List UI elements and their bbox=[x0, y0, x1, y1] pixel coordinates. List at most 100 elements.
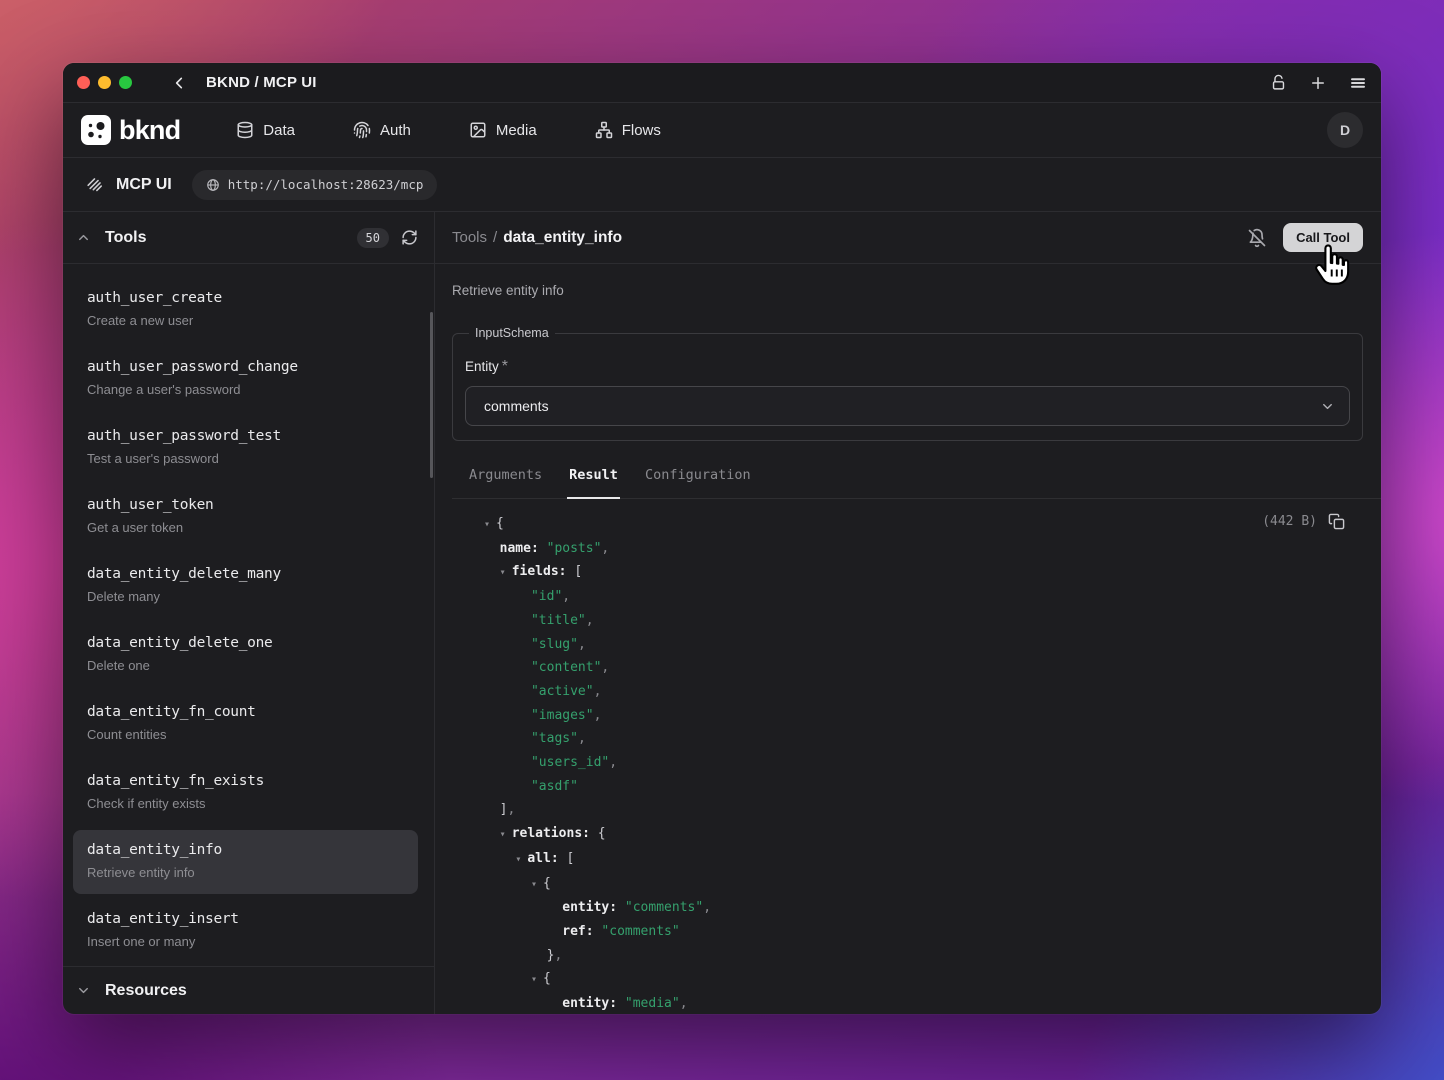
nav-label: Flows bbox=[622, 122, 661, 139]
json-line: "active", bbox=[484, 680, 1345, 704]
json-line: ], bbox=[484, 798, 1345, 822]
tab-configuration[interactable]: Configuration bbox=[643, 459, 753, 499]
menu-icon[interactable] bbox=[1349, 74, 1367, 92]
tool-name: data_entity_fn_count bbox=[87, 703, 404, 721]
tool-item-data_entity_fn_count[interactable]: data_entity_fn_count Count entities bbox=[73, 692, 418, 756]
entity-select[interactable]: comments bbox=[465, 386, 1350, 426]
json-collapse-toggle-icon[interactable]: ▾ bbox=[531, 879, 543, 890]
tool-name: data_entity_insert bbox=[87, 910, 404, 928]
json-token: [ bbox=[559, 851, 575, 866]
lock-open-icon[interactable] bbox=[1270, 74, 1287, 91]
nav-item-data[interactable]: Data bbox=[236, 121, 295, 139]
json-token: , bbox=[578, 731, 586, 746]
json-token bbox=[484, 541, 500, 556]
json-line: "images", bbox=[484, 704, 1345, 728]
json-token: "users_id" bbox=[531, 755, 609, 770]
server-url-pill[interactable]: http://localhost:28623/mcp bbox=[192, 170, 438, 200]
app-nav-bar: bknd Data Auth Media Flows D bbox=[63, 103, 1381, 158]
json-token: , bbox=[601, 660, 609, 675]
json-token: "active" bbox=[531, 684, 594, 699]
tool-item-data_entity_insert[interactable]: data_entity_insert Insert one or many bbox=[73, 899, 418, 963]
tool-detail-header: Tools / data_entity_info Call Tool bbox=[435, 212, 1381, 264]
breadcrumb-current: data_entity_info bbox=[503, 229, 622, 247]
tool-list: auth_user_createCreate a new userauth_us… bbox=[63, 264, 434, 966]
zoom-button[interactable] bbox=[119, 76, 132, 89]
sidebar-scrollbar[interactable] bbox=[430, 312, 433, 478]
tool-item-data_entity_info[interactable]: data_entity_infoRetrieve entity info bbox=[73, 830, 418, 894]
tool-name: data_entity_fn_exists bbox=[87, 772, 404, 790]
nav-label: Data bbox=[263, 122, 295, 139]
brand-logo[interactable]: bknd bbox=[81, 115, 180, 146]
nav-item-media[interactable]: Media bbox=[469, 121, 537, 139]
new-tab-icon[interactable] bbox=[1309, 74, 1327, 92]
tool-description: Insert one or many bbox=[87, 934, 404, 950]
json-token bbox=[484, 613, 531, 628]
tab-result[interactable]: Result bbox=[567, 459, 620, 499]
json-token: , bbox=[507, 802, 515, 817]
tool-item-auth_user_password_change[interactable]: auth_user_password_changeChange a user's… bbox=[73, 347, 418, 411]
tool-item-auth_user_password_test[interactable]: auth_user_password_testTest a user's pas… bbox=[73, 416, 418, 480]
json-collapse-toggle-icon[interactable]: ▾ bbox=[500, 829, 512, 840]
json-collapse-toggle-icon[interactable]: ▾ bbox=[500, 567, 512, 578]
copy-icon[interactable] bbox=[1328, 513, 1345, 530]
json-token: { bbox=[590, 826, 606, 841]
notifications-off-icon[interactable] bbox=[1247, 228, 1267, 248]
user-avatar[interactable]: D bbox=[1327, 112, 1363, 148]
database-icon bbox=[236, 121, 254, 139]
tools-header-label: Tools bbox=[105, 229, 146, 247]
json-token bbox=[484, 589, 531, 604]
tool-name: data_entity_delete_many bbox=[87, 565, 404, 583]
json-token: "comments" bbox=[625, 900, 703, 915]
tool-item-auth_user_create[interactable]: auth_user_createCreate a new user bbox=[73, 278, 418, 342]
json-token bbox=[484, 708, 531, 723]
tools-section-header[interactable]: Tools 50 bbox=[63, 212, 434, 264]
tool-item-auth_user_token[interactable]: auth_user_tokenGet a user token bbox=[73, 485, 418, 549]
chevron-up-icon bbox=[76, 230, 91, 245]
network-icon bbox=[595, 121, 613, 139]
tab-arguments[interactable]: Arguments bbox=[467, 459, 544, 499]
refresh-icon[interactable] bbox=[401, 229, 418, 246]
call-tool-button[interactable]: Call Tool bbox=[1283, 223, 1363, 252]
json-line: ▾ { bbox=[484, 967, 1345, 992]
back-icon[interactable] bbox=[172, 75, 188, 91]
nav-label: Auth bbox=[380, 122, 411, 139]
json-token: "asdf" bbox=[531, 779, 578, 794]
json-token bbox=[484, 924, 562, 939]
tool-item-data_entity_fn_exists[interactable]: data_entity_fn_existsCheck if entity exi… bbox=[73, 761, 418, 825]
image-icon bbox=[469, 121, 487, 139]
tool-name: auth_user_password_change bbox=[87, 358, 404, 376]
json-line: "tags", bbox=[484, 727, 1345, 751]
json-collapse-toggle-icon[interactable]: ▾ bbox=[531, 974, 543, 985]
breadcrumb-section[interactable]: Tools bbox=[452, 229, 487, 246]
resources-section-header[interactable]: Resources bbox=[63, 966, 434, 1014]
json-line: "title", bbox=[484, 609, 1345, 633]
json-collapse-toggle-icon[interactable]: ▾ bbox=[484, 519, 496, 530]
nav-label: Media bbox=[496, 122, 537, 139]
nav-item-auth[interactable]: Auth bbox=[353, 121, 411, 139]
json-token bbox=[484, 731, 531, 746]
json-token bbox=[484, 564, 500, 579]
primary-nav: Data Auth Media Flows bbox=[236, 121, 661, 139]
json-token: ] bbox=[484, 802, 507, 817]
json-token: } bbox=[484, 948, 554, 963]
json-token: { bbox=[543, 971, 551, 986]
tool-item-data_entity_delete_many[interactable]: data_entity_delete_many Delete many bbox=[73, 554, 418, 618]
json-token: "title" bbox=[531, 613, 586, 628]
tool-name: auth_user_token bbox=[87, 496, 404, 514]
chevron-down-icon bbox=[1320, 399, 1335, 414]
tool-description: Delete many bbox=[87, 589, 404, 605]
json-token: "tags" bbox=[531, 731, 578, 746]
json-token: "images" bbox=[531, 708, 594, 723]
json-token: entity: bbox=[562, 900, 617, 915]
json-token bbox=[484, 660, 531, 675]
minimize-button[interactable] bbox=[98, 76, 111, 89]
json-token: name: bbox=[500, 541, 539, 556]
tool-item-data_entity_delete_one[interactable]: data_entity_delete_oneDelete one bbox=[73, 623, 418, 687]
json-collapse-toggle-icon[interactable]: ▾ bbox=[515, 854, 527, 865]
close-button[interactable] bbox=[77, 76, 90, 89]
nav-item-flows[interactable]: Flows bbox=[595, 121, 661, 139]
json-token bbox=[617, 996, 625, 1011]
json-token bbox=[539, 541, 547, 556]
json-line: "asdf" bbox=[484, 775, 1345, 799]
tool-description: Count entities bbox=[87, 727, 404, 743]
